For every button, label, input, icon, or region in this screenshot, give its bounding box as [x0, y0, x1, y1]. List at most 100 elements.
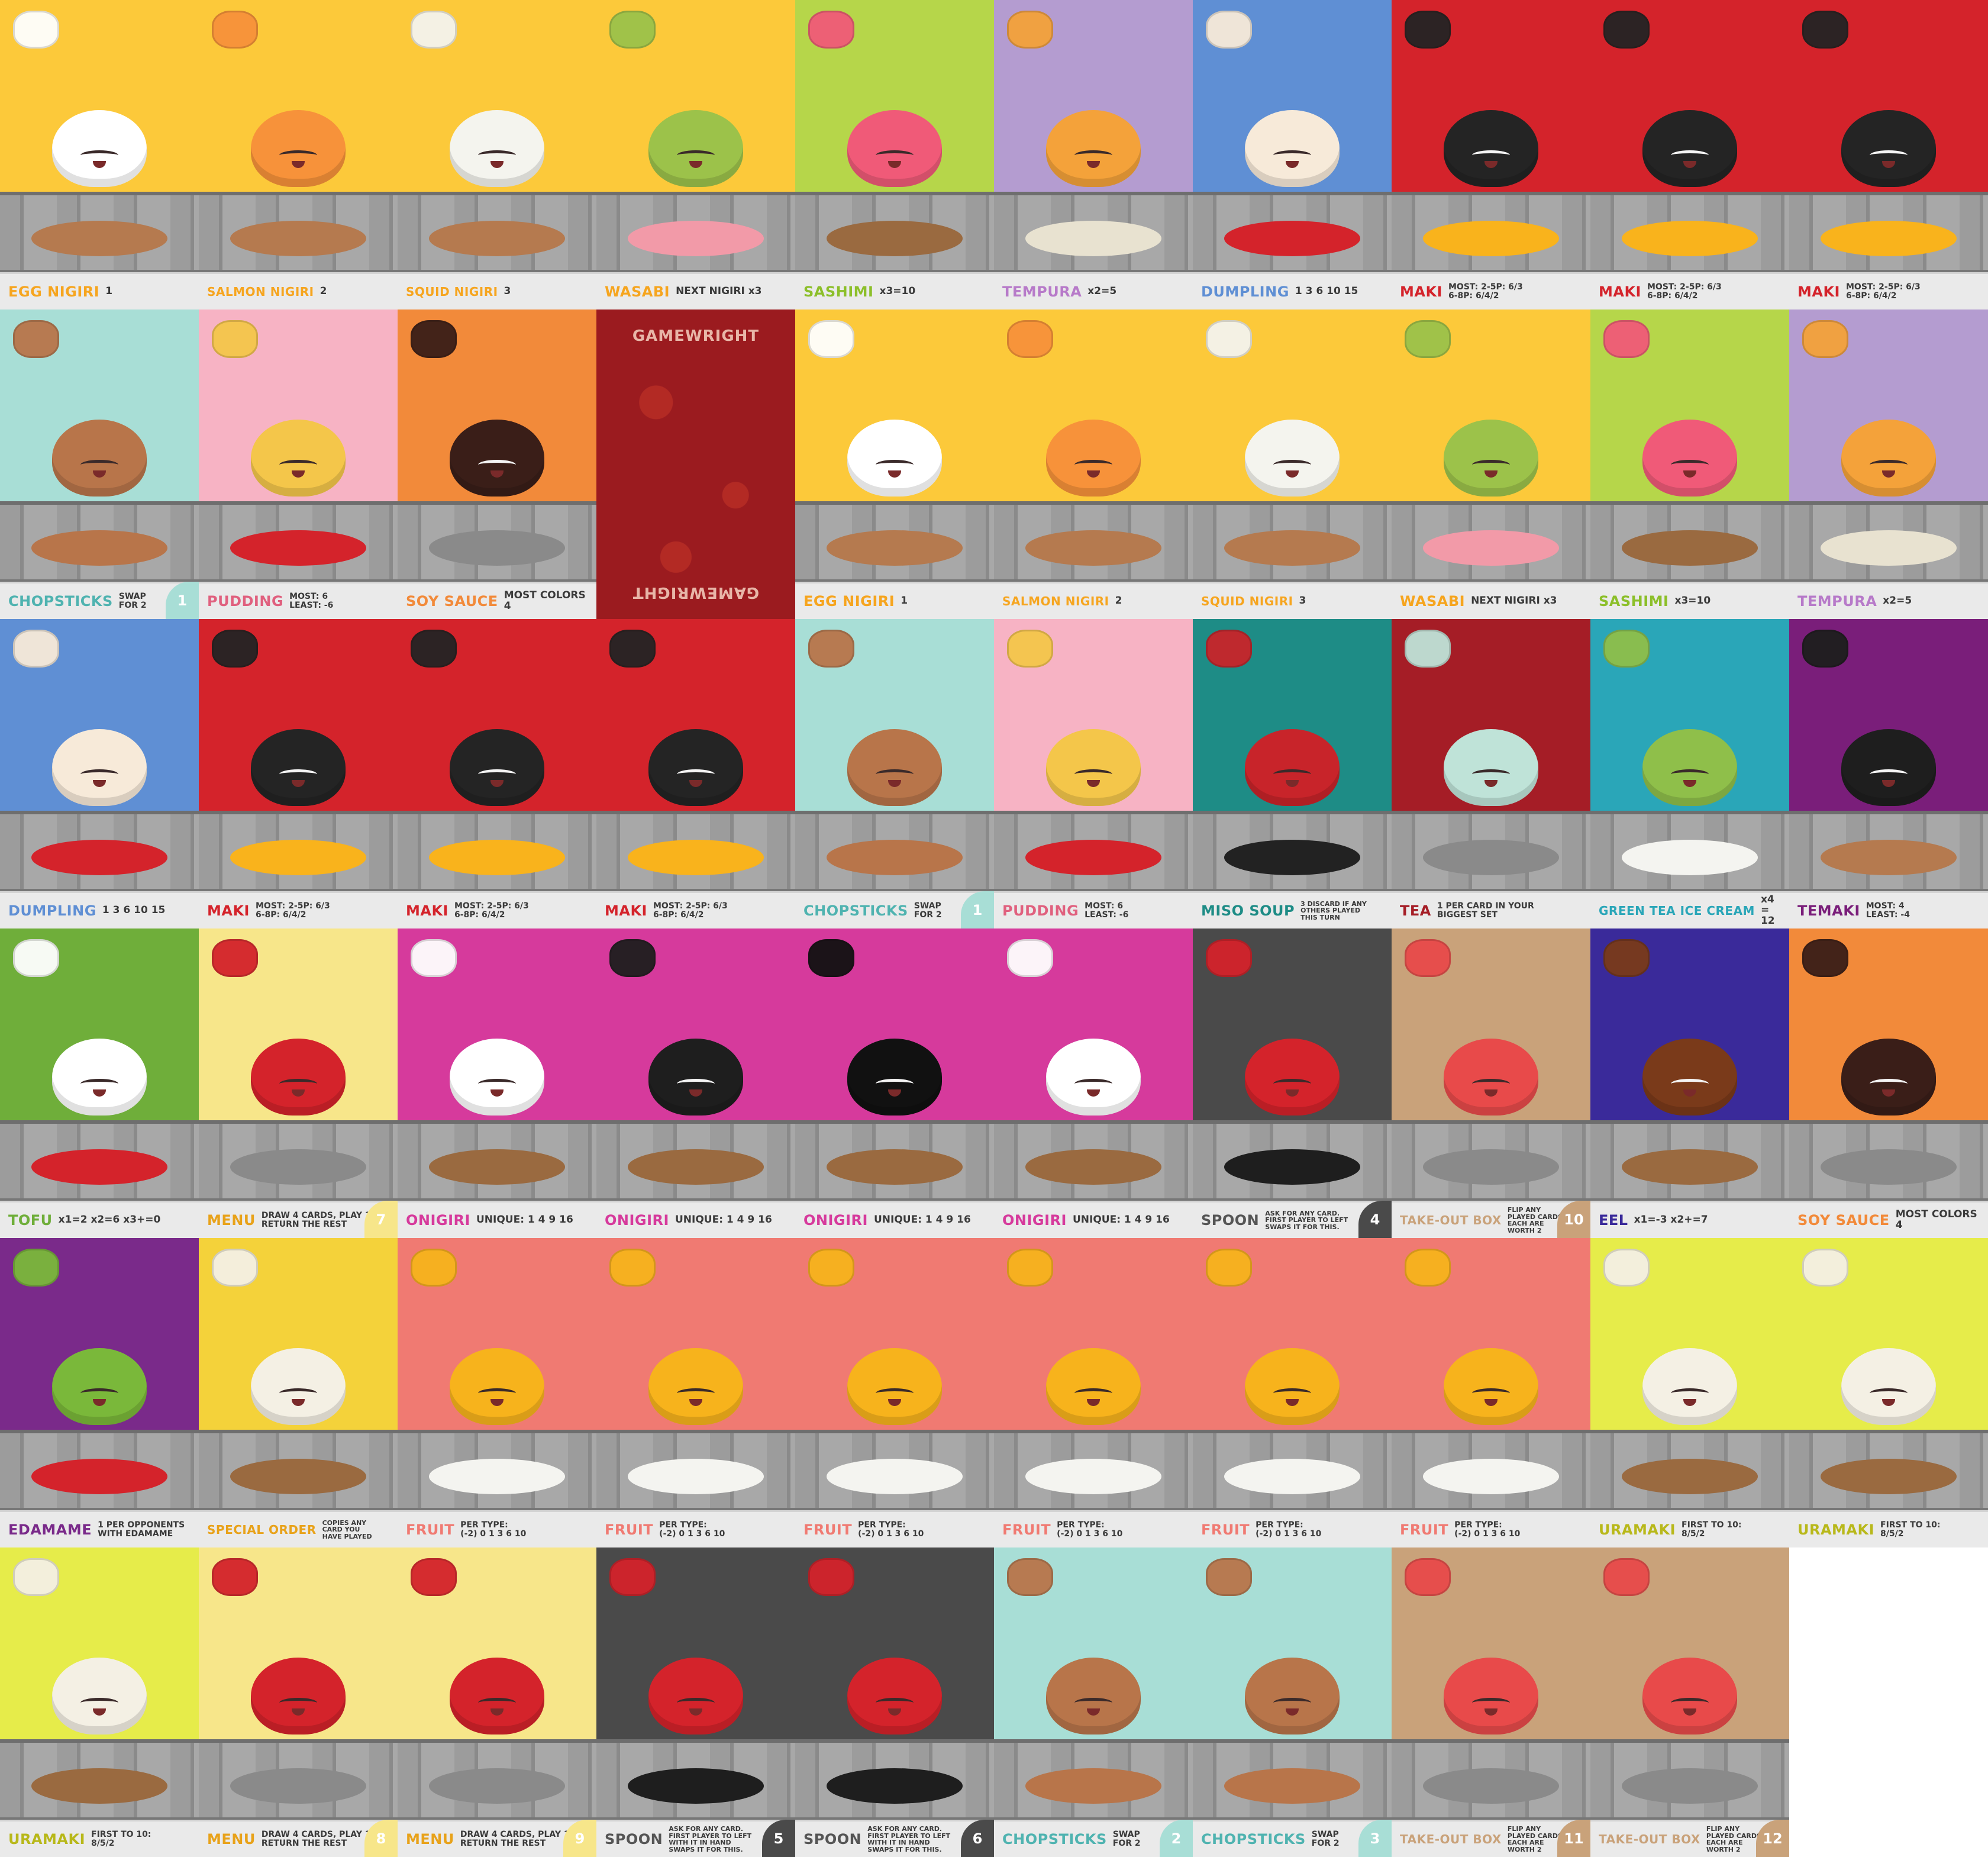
card[interactable]: SASHIMI x3=10 [795, 0, 994, 310]
card[interactable]: MISO SOUP 3 DISCARD IF ANY OTHERS PLAYED … [1193, 619, 1392, 928]
corner-food-icon [1603, 1558, 1650, 1596]
card-rule: MOST: 2-5P: 6/3 6-8P: 6/4/2 [1845, 282, 1921, 301]
card[interactable]: EGG NIGIRI 1 [0, 0, 199, 310]
card-rule: PER TYPE: (-2) 0 1 3 6 10 [1057, 1520, 1123, 1539]
plate-icon [1224, 530, 1360, 566]
card[interactable]: CHOPSTICKS SWAP FOR 22 [994, 1548, 1193, 1857]
card[interactable]: MAKI MOST: 2-5P: 6/3 6-8P: 6/4/2 [398, 619, 596, 928]
card-label-strip: MAKI MOST: 2-5P: 6/3 6-8P: 6/4/2 [199, 891, 398, 928]
card-label-strip: TEMPURA x2=5 [994, 272, 1193, 310]
card[interactable]: WASABI NEXT NIGIRI x3 [596, 0, 795, 310]
card[interactable]: FRUIT PER TYPE: (-2) 0 1 3 6 10 [795, 1238, 994, 1548]
card[interactable]: DUMPLING 1 3 6 10 15 [1193, 0, 1392, 310]
card[interactable]: MAKI MOST: 2-5P: 6/3 6-8P: 6/4/2 [1392, 0, 1590, 310]
plate-icon [1423, 1768, 1559, 1804]
card[interactable]: EGG NIGIRI 1 [795, 310, 994, 619]
card-name: SPOON [605, 1831, 663, 1848]
card-rule: PER TYPE: (-2) 0 1 3 6 10 [659, 1520, 725, 1539]
card[interactable]: MENU DRAW 4 CARDS, PLAY 1, RETURN THE RES… [398, 1548, 596, 1857]
food-character-icon [1841, 1348, 1936, 1426]
face-mouth [888, 160, 901, 168]
food-character-icon [450, 729, 544, 807]
card[interactable]: TAKE-OUT BOX FLIP ANY PLAYED CARDS. EACH … [1392, 1548, 1590, 1857]
card-name: FRUIT [605, 1521, 654, 1539]
card[interactable]: SQUID NIGIRI 3 [398, 0, 596, 310]
face-mouth [93, 1398, 106, 1406]
card[interactable]: FRUIT PER TYPE: (-2) 0 1 3 6 10 [1193, 1238, 1392, 1548]
card[interactable]: SPECIAL ORDER COPIES ANY CARD YOU HAVE PL… [199, 1238, 398, 1548]
card-rule: 1 PER CARD IN YOUR BIGGEST SET [1437, 901, 1534, 920]
corner-food-icon [13, 320, 59, 358]
corner-food-icon [1603, 939, 1650, 977]
card[interactable]: EEL x1=-3 x2+=7 [1590, 928, 1789, 1238]
card-rule: FLIP ANY PLAYED CARDS. EACH ARE WORTH 2 [1507, 1825, 1566, 1853]
food-character-icon [450, 110, 544, 188]
card-label-strip: GREEN TEA ICE CREAM x4 = 12 [1590, 891, 1789, 928]
card[interactable]: ONIGIRI UNIQUE: 1 4 9 16 [795, 928, 994, 1238]
card[interactable]: CHOPSTICKS SWAP FOR 23 [1193, 1548, 1392, 1857]
card[interactable]: FRUIT PER TYPE: (-2) 0 1 3 6 10 [994, 1238, 1193, 1548]
card[interactable]: TEMAKI MOST: 4 LEAST: -4 [1789, 619, 1988, 928]
card[interactable]: URAMAKI FIRST TO 10: 8/5/2 [1590, 1238, 1789, 1548]
card[interactable]: SQUID NIGIRI 3 [1193, 310, 1392, 619]
food-character-icon [1642, 110, 1737, 188]
card[interactable]: SPOON ASK FOR ANY CARD. FIRST PLAYER TO L… [596, 1548, 795, 1857]
corner-food-icon [1206, 630, 1252, 668]
card[interactable]: FRUIT PER TYPE: (-2) 0 1 3 6 10 [596, 1238, 795, 1548]
card[interactable]: TEMPURA x2=5 [994, 0, 1193, 310]
face-mouth [1882, 470, 1895, 478]
card-label-strip: EDAMAME 1 PER OPPONENTS WITH EDAMAME [0, 1510, 199, 1548]
face-eyes [876, 1078, 914, 1089]
card[interactable]: TOFU x1=2 x2=6 x3+=0 [0, 928, 199, 1238]
face-eyes [876, 150, 914, 160]
card[interactable]: ONIGIRI UNIQUE: 1 4 9 16 [398, 928, 596, 1238]
card[interactable]: MAKI MOST: 2-5P: 6/3 6-8P: 6/4/2 [596, 619, 795, 928]
card[interactable]: CHOPSTICKS SWAP FOR 21 [795, 619, 994, 928]
card[interactable]: SPOON ASK FOR ANY CARD. FIRST PLAYER TO L… [795, 1548, 994, 1857]
card[interactable]: PUDDING MOST: 6 LEAST: -6 [994, 619, 1193, 928]
plate-icon [1622, 220, 1758, 256]
card-name: SASHIMI [1599, 593, 1669, 610]
card[interactable]: TAKE-OUT BOX FLIP ANY PLAYED CARDS. EACH … [1392, 928, 1590, 1238]
card[interactable]: MAKI MOST: 2-5P: 6/3 6-8P: 6/4/2 [1590, 0, 1789, 310]
corner-food-icon [1603, 11, 1650, 49]
card[interactable]: PUDDING MOST: 6 LEAST: -6 [199, 310, 398, 619]
card-label-strip: ONIGIRI UNIQUE: 1 4 9 16 [398, 1201, 596, 1238]
card[interactable]: FRUIT PER TYPE: (-2) 0 1 3 6 10 [398, 1238, 596, 1548]
card[interactable]: MAKI MOST: 2-5P: 6/3 6-8P: 6/4/2 [1789, 0, 1988, 310]
card-name: SOY SAUCE [406, 593, 498, 610]
card[interactable]: SPOON ASK FOR ANY CARD. FIRST PLAYER TO L… [1193, 928, 1392, 1238]
card[interactable]: CHOPSTICKS SWAP FOR 21 [0, 310, 199, 619]
card[interactable]: MENU DRAW 4 CARDS, PLAY 1, RETURN THE RES… [199, 1548, 398, 1857]
card[interactable]: SALMON NIGIRI 2 [199, 0, 398, 310]
card-rule: COPIES ANY CARD YOU HAVE PLAYED [322, 1519, 372, 1540]
card[interactable]: DUMPLING 1 3 6 10 15 [0, 619, 199, 928]
card-back[interactable]: GAMEWRIGHT GAMEWRIGHT [596, 310, 795, 619]
card[interactable]: SOY SAUCE MOST COLORS 4 [1789, 928, 1988, 1238]
card[interactable]: URAMAKI FIRST TO 10: 8/5/2 [1789, 1238, 1988, 1548]
plate-icon [827, 1149, 963, 1185]
card[interactable]: ONIGIRI UNIQUE: 1 4 9 16 [994, 928, 1193, 1238]
card[interactable]: EDAMAME 1 PER OPPONENTS WITH EDAMAME [0, 1238, 199, 1548]
card[interactable]: TEMPURA x2=5 [1789, 310, 1988, 619]
card[interactable]: SALMON NIGIRI 2 [994, 310, 1193, 619]
card[interactable]: TAKE-OUT BOX FLIP ANY PLAYED CARDS. EACH … [1590, 1548, 1789, 1857]
card[interactable]: SOY SAUCE MOST COLORS 4 [398, 310, 596, 619]
card[interactable]: TEA 1 PER CARD IN YOUR BIGGEST SET [1392, 619, 1590, 928]
card[interactable]: SASHIMI x3=10 [1590, 310, 1789, 619]
card-label-strip: WASABI NEXT NIGIRI x3 [596, 272, 795, 310]
card[interactable]: URAMAKI FIRST TO 10: 8/5/2 [0, 1548, 199, 1857]
card[interactable]: ONIGIRI UNIQUE: 1 4 9 16 [596, 928, 795, 1238]
card[interactable]: GREEN TEA ICE CREAM x4 = 12 [1590, 619, 1789, 928]
card-rule: ASK FOR ANY CARD. FIRST PLAYER TO LEFT W… [867, 1825, 951, 1853]
card[interactable]: MENU DRAW 4 CARDS, PLAY 1, RETURN THE RES… [199, 928, 398, 1238]
card-label-strip: ONIGIRI UNIQUE: 1 4 9 16 [596, 1201, 795, 1238]
card-name: ONIGIRI [605, 1212, 669, 1229]
card[interactable]: MAKI MOST: 2-5P: 6/3 6-8P: 6/4/2 [199, 619, 398, 928]
corner-food-icon [212, 1249, 258, 1287]
corner-food-icon [1405, 320, 1451, 358]
card[interactable]: FRUIT PER TYPE: (-2) 0 1 3 6 10 [1392, 1238, 1590, 1548]
card-name: SALMON NIGIRI [207, 285, 314, 299]
card[interactable]: WASABI NEXT NIGIRI x3 [1392, 310, 1590, 619]
plate-icon [628, 839, 764, 875]
